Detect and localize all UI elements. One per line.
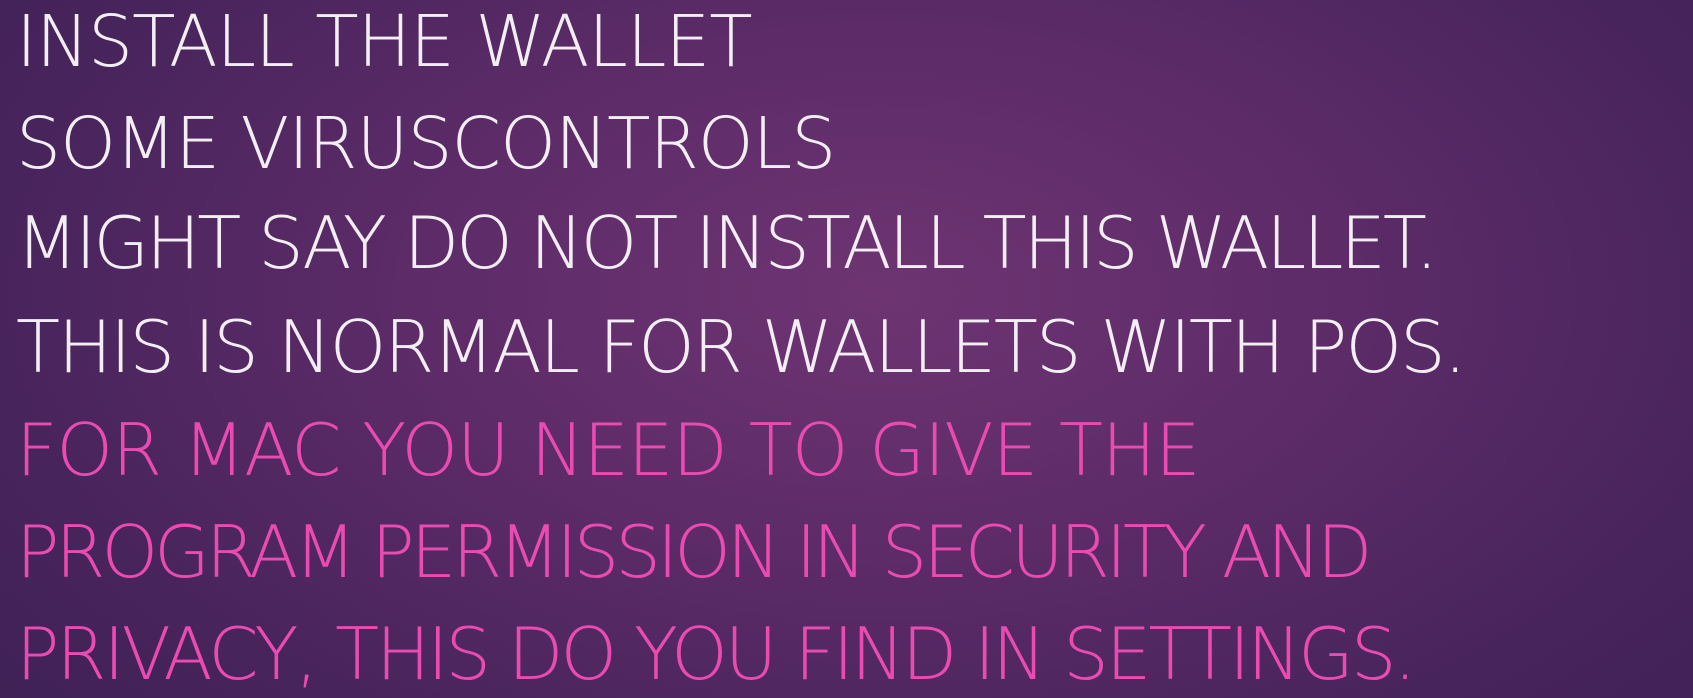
mac-instruction-line-1: FOR MAC YOU NEED TO GIVE THE [16,408,1201,492]
viruscontrols-line: SOME VIRUSCONTROLS [16,102,836,185]
slide: INSTALL THE WALLET SOME VIRUSCONTROLS MI… [0,0,1693,698]
mac-instruction-line-3: PRIVACY, THIS DO YOU FIND IN SETTINGS. [16,612,1417,696]
mac-instruction-line-2: PROGRAM PERMISSION IN SECURITY AND [16,510,1372,594]
install-wallet-heading: INSTALL THE WALLET [16,0,753,83]
normal-for-pos-line: THIS IS NORMAL FOR WALLETS WITH POS. [16,305,1467,389]
do-not-install-warning-line: MIGHT SAY DO NOT INSTALL THIS WALLET. [16,201,1438,285]
